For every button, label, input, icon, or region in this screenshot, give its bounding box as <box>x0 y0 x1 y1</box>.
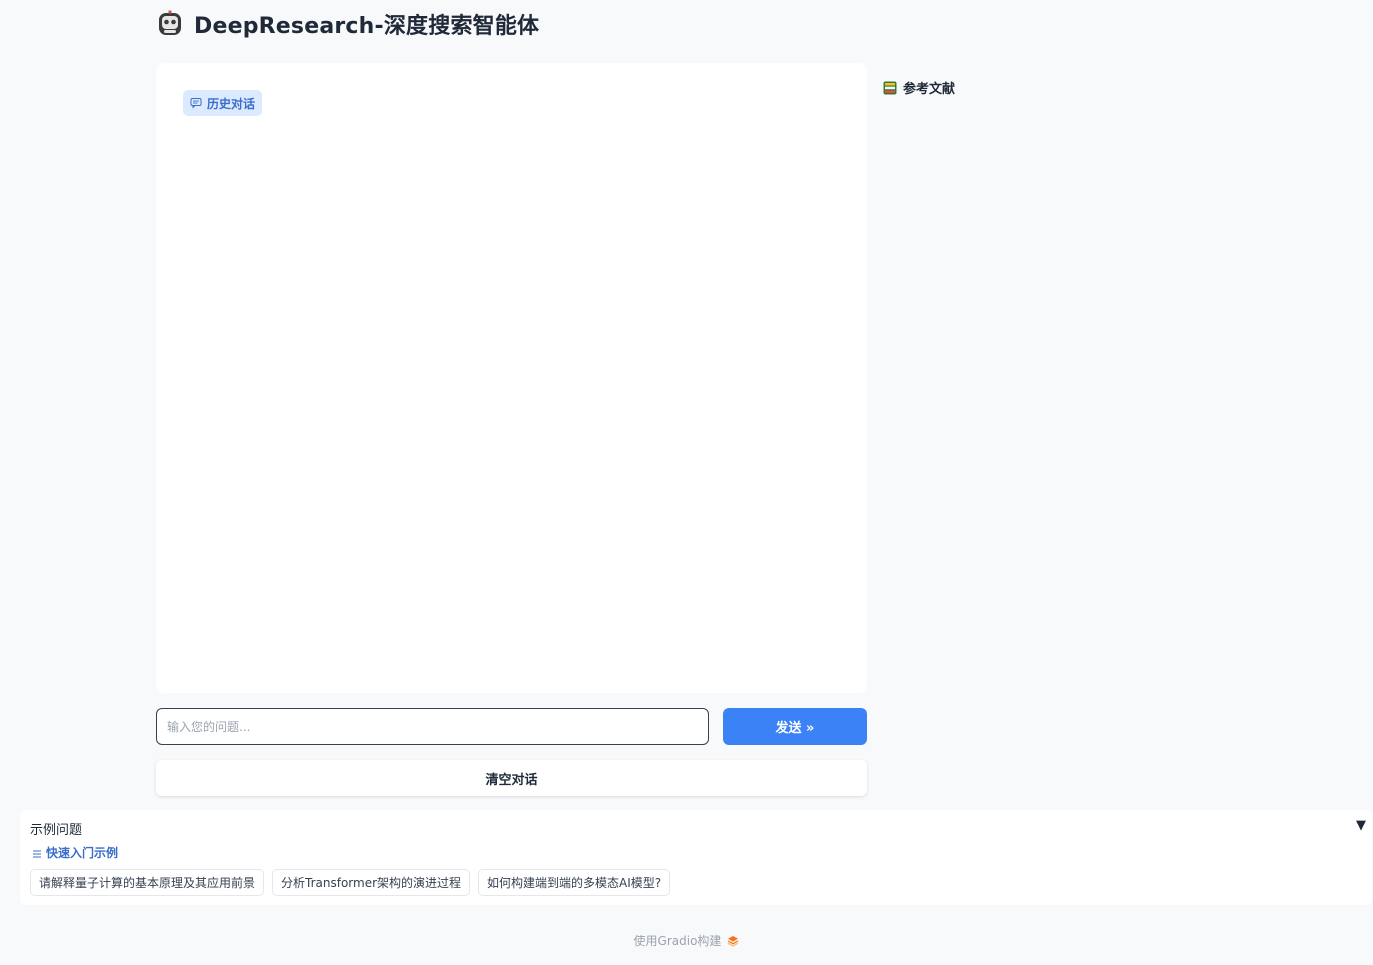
example-chip-transformer[interactable]: 分析Transformer架构的演进过程 <box>272 869 471 896</box>
collapse-toggle-icon[interactable]: ▼ <box>1356 818 1366 833</box>
clear-chat-button[interactable]: 清空对话 <box>156 760 867 796</box>
chat-panel: 历史对话 <box>156 63 867 693</box>
examples-panel: 示例问题 ▼ 快速入门示例 请解释量子计算的基本原理及其应用前景 分析Trans… <box>20 810 1372 905</box>
robot-icon <box>156 10 184 38</box>
example-chips: 请解释量子计算的基本原理及其应用前景 分析Transformer架构的演进过程 … <box>30 869 671 896</box>
footer: 使用Gradio构建 <box>0 932 1373 949</box>
footer-link[interactable]: 使用Gradio构建 <box>634 932 722 949</box>
quickstart-text: 快速入门示例 <box>46 846 119 860</box>
list-icon <box>32 848 42 858</box>
quickstart-label: 快速入门示例 <box>32 844 118 861</box>
page-title: DeepResearch-深度搜索智能体 <box>194 14 540 39</box>
app-root: DeepResearch-深度搜索智能体 历史对话 参考文献 输入您的问题...… <box>0 0 1373 965</box>
history-label: 历史对话 <box>207 96 256 111</box>
gradio-logo-icon <box>727 935 739 947</box>
example-chip-quantum[interactable]: 请解释量子计算的基本原理及其应用前景 <box>30 869 265 896</box>
references-header: 参考文献 <box>882 78 955 97</box>
references-label: 参考文献 <box>903 82 956 97</box>
book-icon <box>882 80 898 96</box>
question-input[interactable] <box>156 708 709 745</box>
examples-title[interactable]: 示例问题 <box>30 819 82 838</box>
history-badge[interactable]: 历史对话 <box>183 90 263 116</box>
send-button[interactable]: 发送 » <box>723 708 867 745</box>
example-chip-multimodal[interactable]: 如何构建端到端的多模态AI模型? <box>478 869 671 896</box>
chat-bubble-icon <box>190 97 202 109</box>
header: DeepResearch-深度搜索智能体 <box>156 8 539 40</box>
